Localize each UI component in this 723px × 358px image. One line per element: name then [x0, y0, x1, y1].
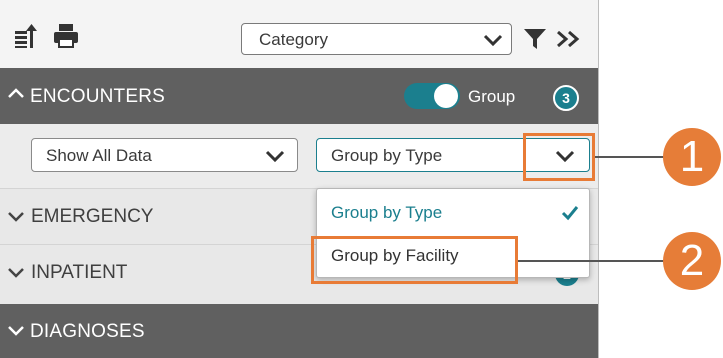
callout-lines — [518, 156, 665, 262]
callout-number-1: 1 — [663, 128, 721, 186]
callout-number-2: 2 — [663, 232, 721, 290]
